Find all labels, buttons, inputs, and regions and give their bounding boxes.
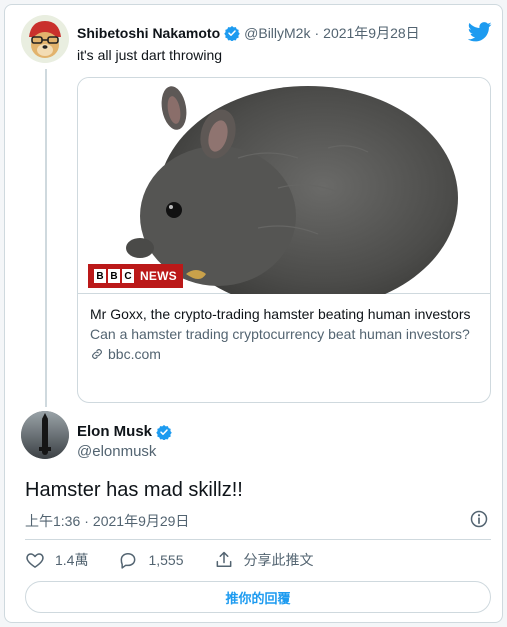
separator-dot: · (84, 513, 89, 529)
bbc-news-badge: B B C NEWS (88, 264, 183, 288)
bbc-letter-1: B (94, 269, 106, 283)
reply-icon (121, 553, 136, 569)
like-button[interactable]: 1.4萬 (25, 550, 88, 570)
quoted-tweet-header: Shibetoshi Nakamoto @BillyM2k · 2021年9月2… (77, 23, 420, 43)
hamster-image: B B C NEWS (78, 78, 490, 310)
link-domain: bbc.com (108, 346, 161, 362)
quoted-author-name[interactable]: Shibetoshi Nakamoto (77, 25, 220, 41)
quoted-tweet-date[interactable]: 2021年9月28日 (323, 23, 420, 43)
separator-dot: · (314, 25, 320, 41)
like-count: 1.4萬 (55, 552, 89, 568)
reply-count: 1,555 (148, 552, 184, 568)
main-tweet-header: Elon Musk (77, 423, 176, 440)
elon-musk-avatar[interactable] (21, 411, 69, 459)
quoted-tweet-text: it's all just dart throwing (77, 47, 223, 63)
bbc-news-word: NEWS (140, 269, 177, 283)
link-domain-row: bbc.com (90, 344, 482, 364)
main-author-name[interactable]: Elon Musk (77, 423, 152, 440)
heart-icon (26, 553, 44, 568)
divider (25, 539, 491, 540)
reply-button[interactable]: 推你的回覆 (25, 581, 491, 613)
tweet-embed-card: Shibetoshi Nakamoto @BillyM2k · 2021年9月2… (4, 4, 503, 623)
thread-line (45, 69, 47, 407)
bbc-letter-3: C (122, 269, 134, 283)
link-preview-card[interactable]: B B C NEWS Mr Goxx, the crypto-trading h… (77, 77, 491, 403)
reply-action-button[interactable]: 1,555 (118, 550, 184, 570)
info-icon[interactable] (469, 509, 489, 529)
tweet-meta[interactable]: 上午1:36 · 2021年9月29日 (25, 511, 189, 531)
twitter-bird-icon[interactable] (468, 21, 492, 43)
main-tweet-text: Hamster has mad skillz!! (25, 479, 243, 501)
main-author-handle[interactable]: @elonmusk (77, 443, 156, 460)
tweet-time: 上午1:36 (25, 513, 81, 529)
action-bar: 1.4萬 1,555 分享此推文 (25, 549, 344, 571)
link-card-body: Mr Goxx, the crypto-trading hamster beat… (90, 304, 482, 364)
bbc-letter-2: B (108, 269, 120, 283)
verified-badge-icon (224, 26, 240, 41)
quoted-author-handle[interactable]: @BillyM2k (244, 25, 310, 41)
link-icon (92, 349, 102, 359)
link-description: Can a hamster trading cryptocurrency bea… (90, 326, 470, 342)
share-icon (216, 551, 231, 567)
share-button[interactable]: 分享此推文 (214, 550, 314, 570)
share-label: 分享此推文 (243, 552, 314, 568)
tweet-date: 2021年9月29日 (92, 513, 190, 529)
link-title[interactable]: Mr Goxx, the crypto-trading hamster beat… (90, 304, 482, 324)
verified-badge-icon (156, 424, 172, 440)
shibetoshi-avatar[interactable] (21, 15, 69, 63)
